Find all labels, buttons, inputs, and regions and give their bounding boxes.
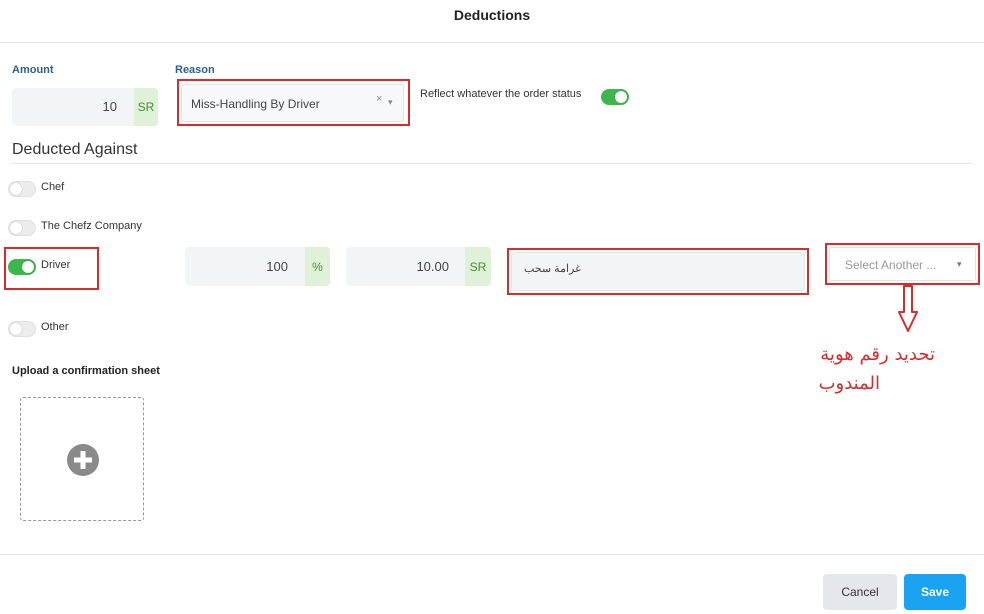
- toggle-knob: [615, 91, 627, 103]
- upload-label: Upload a confirmation sheet: [12, 365, 160, 377]
- company-label: The Chefz Company: [41, 220, 142, 232]
- reason-value: Miss-Handling By Driver: [191, 97, 320, 111]
- amount-field[interactable]: 10 SR: [12, 88, 158, 126]
- toggle-knob: [10, 183, 22, 195]
- driver-label: Driver: [41, 259, 71, 271]
- other-toggle[interactable]: [8, 321, 36, 337]
- reflect-label: Reflect whatever the order status: [420, 88, 582, 100]
- driver-toggle[interactable]: [8, 259, 36, 275]
- cancel-button[interactable]: Cancel: [823, 574, 897, 610]
- chef-toggle[interactable]: [8, 181, 36, 197]
- driver-note-input[interactable]: غرامة سحب: [511, 252, 805, 291]
- header-divider: [0, 42, 984, 43]
- reason-select[interactable]: Miss-Handling By Driver × ▾: [181, 84, 404, 122]
- amount-label: Amount: [12, 64, 54, 76]
- upload-dropzone[interactable]: [20, 397, 144, 521]
- annotation-arrow-icon: [898, 285, 918, 332]
- reflect-toggle[interactable]: [601, 89, 629, 105]
- driver-amount-value[interactable]: 10.00: [346, 259, 449, 274]
- driver-percent-value[interactable]: 100: [185, 259, 288, 274]
- section-divider: [12, 163, 973, 164]
- save-button[interactable]: Save: [904, 574, 966, 610]
- modal-title: Deductions: [453, 7, 531, 23]
- annotation-line2: المندوب: [818, 373, 880, 394]
- driver-amount-field[interactable]: 10.00 SR: [346, 247, 491, 286]
- reason-clear-icon[interactable]: ×: [376, 93, 382, 105]
- reason-label: Reason: [175, 64, 215, 76]
- amount-currency: SR: [134, 88, 158, 126]
- driver-note-value: غرامة سحب: [524, 263, 581, 275]
- percent-unit: %: [305, 247, 330, 286]
- annotation-line1: تحديد رقم هوية: [820, 344, 935, 365]
- amount-value[interactable]: 10: [12, 99, 117, 114]
- plus-icon[interactable]: [67, 444, 99, 476]
- other-label: Other: [41, 321, 69, 333]
- chevron-down-icon: ▾: [957, 259, 962, 269]
- toggle-knob: [10, 323, 22, 335]
- toggle-knob: [10, 222, 22, 234]
- footer-divider: [0, 554, 984, 555]
- chevron-down-icon: ▾: [388, 97, 393, 107]
- amount-currency-addon: SR: [465, 247, 491, 286]
- toggle-knob: [22, 261, 34, 273]
- company-toggle[interactable]: [8, 220, 36, 236]
- deducted-against-title: Deducted Against: [12, 141, 138, 158]
- select-another-dropdown[interactable]: Select Another ... ▾: [829, 247, 976, 281]
- chef-label: Chef: [41, 181, 65, 193]
- driver-percent-field[interactable]: 100 %: [185, 247, 330, 286]
- select-another-placeholder: Select Another ...: [845, 258, 937, 272]
